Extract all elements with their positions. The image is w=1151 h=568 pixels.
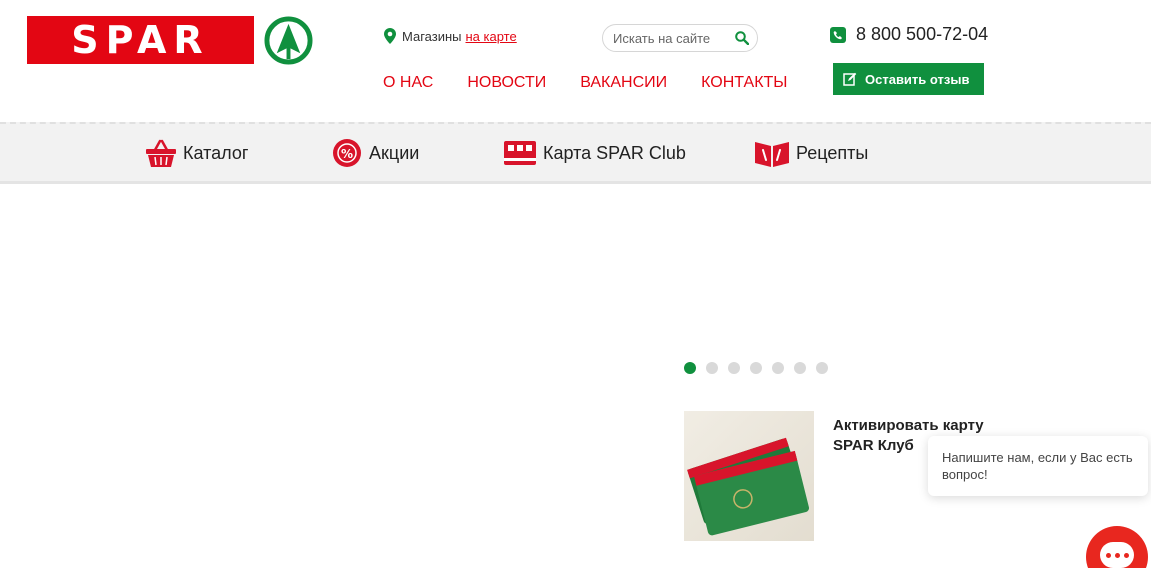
club-cards-illustration — [687, 437, 810, 536]
search-input[interactable] — [613, 30, 733, 46]
category-promotions[interactable]: % Акции — [331, 138, 419, 168]
category-promotions-label: Акции — [369, 142, 420, 163]
category-spar-club-label: Карта SPAR Club — [543, 142, 686, 163]
percent-badge-icon: % — [333, 139, 361, 167]
slider-dot[interactable] — [794, 362, 806, 374]
slider-dot[interactable] — [728, 362, 740, 374]
category-recipes[interactable]: Рецепты — [754, 138, 868, 168]
feedback-label: Оставить отзыв — [865, 71, 970, 87]
slider-dot[interactable] — [816, 362, 828, 374]
card-icon — [504, 141, 536, 165]
category-catalog-label: Каталог — [183, 142, 249, 163]
spar-tree-icon — [264, 16, 313, 65]
basket-icon — [146, 139, 176, 167]
phone-number: 8 800 500-72-04 — [856, 24, 989, 44]
nav-about[interactable]: О НАС — [383, 74, 433, 92]
logo-text: SPAR — [71, 18, 210, 62]
slider-dot[interactable] — [772, 362, 784, 374]
category-spar-club-card[interactable]: Карта SPAR Club — [503, 138, 686, 168]
spar-logo[interactable]: SPAR — [27, 16, 254, 64]
edit-icon — [843, 72, 857, 86]
nav-vacancies[interactable]: ВАКАНСИИ — [580, 74, 667, 92]
search-icon[interactable] — [735, 31, 749, 45]
top-navigation: О НАС НОВОСТИ ВАКАНСИИ КОНТАКТЫ — [383, 74, 787, 92]
category-recipes-label: Рецепты — [796, 142, 869, 163]
chat-button[interactable] — [1086, 526, 1148, 568]
search-box — [602, 24, 758, 52]
category-catalog[interactable]: Каталог — [145, 138, 248, 168]
leave-feedback-button[interactable]: Оставить отзыв — [833, 63, 984, 95]
nav-news[interactable]: НОВОСТИ — [467, 74, 546, 92]
chat-icon — [1100, 542, 1134, 568]
recipe-book-icon — [755, 142, 789, 167]
slider-dot[interactable] — [706, 362, 718, 374]
slider-pagination — [684, 362, 828, 374]
phone-icon — [830, 26, 846, 43]
phone-contact[interactable]: 8 800 500-72-04 — [830, 24, 988, 45]
chat-prompt[interactable]: Напишите нам, если у Вас есть вопрос! — [928, 436, 1148, 496]
stores-label: Магазины — [402, 28, 462, 44]
slider-dot[interactable] — [684, 362, 696, 374]
svg-text:%: % — [341, 147, 353, 161]
stores-on-map: Магазины на карте — [384, 28, 517, 44]
category-bar: Каталог % Акции Карта SPAR Club Рецепты — [0, 122, 1151, 184]
slider-dot[interactable] — [750, 362, 762, 374]
nav-contacts[interactable]: КОНТАКТЫ — [701, 74, 787, 92]
map-pin-icon — [384, 28, 396, 44]
stores-map-link[interactable]: на карте — [466, 29, 517, 44]
spar-club-cards-image[interactable] — [684, 411, 814, 541]
page: SPAR Магазины на карте 8 800 500-72-04 О… — [0, 0, 1151, 568]
